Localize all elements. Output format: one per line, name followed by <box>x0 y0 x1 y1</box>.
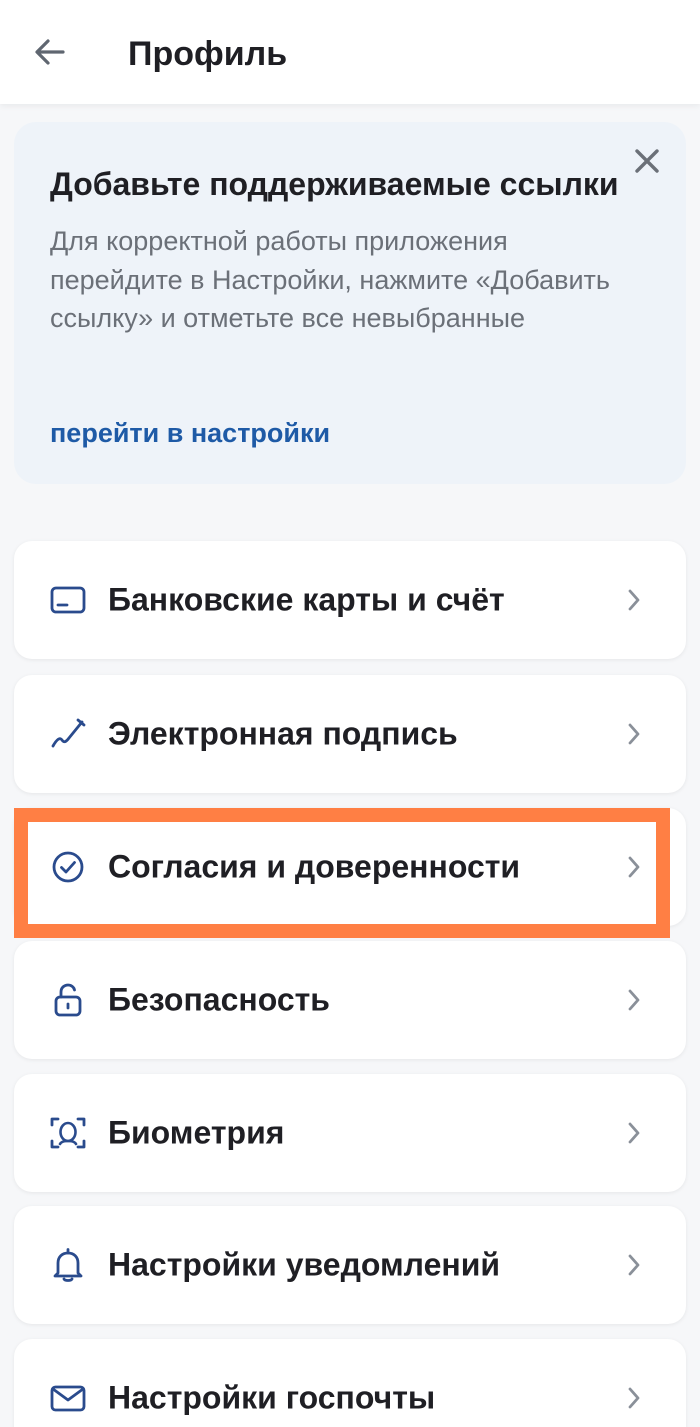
face-scan-icon <box>48 1113 88 1153</box>
chevron-right-icon <box>624 1384 644 1412</box>
chevron-right-icon <box>624 586 644 614</box>
menu-item-label: Банковские карты и счёт <box>108 581 505 618</box>
menu-item-label: Электронная подпись <box>108 715 458 752</box>
menu-item-security[interactable]: Безопасность <box>14 941 686 1059</box>
app-header: Профиль <box>0 0 700 104</box>
menu-item-label: Настройки госпочты <box>108 1379 436 1416</box>
card-icon <box>48 580 88 620</box>
banner-title: Добавьте поддерживаемые ссылки <box>50 166 619 202</box>
back-button[interactable] <box>28 30 72 74</box>
chevron-right-icon <box>624 1251 644 1279</box>
chevron-right-icon <box>624 853 644 881</box>
banner-text: Для корректной работы приложения перейди… <box>50 226 610 333</box>
page-title: Профиль <box>128 35 288 73</box>
bell-icon <box>48 1245 88 1285</box>
chevron-right-icon <box>624 1119 644 1147</box>
arrow-left-icon <box>35 39 65 65</box>
menu-item-label: Безопасность <box>108 981 330 1018</box>
profile-screen: Профиль Добавьте поддерживаемые ссылки Д… <box>0 0 700 1427</box>
signature-pen-icon <box>48 714 88 754</box>
menu-item-label: Согласия и доверенности <box>108 848 521 885</box>
chevron-right-icon <box>624 720 644 748</box>
menu-item-gosmail-settings[interactable]: Настройки госпочты <box>14 1339 686 1427</box>
check-circle-icon <box>48 847 88 887</box>
menu-item-biometrics[interactable]: Биометрия <box>14 1074 686 1192</box>
menu-item-bank-cards[interactable]: Банковские карты и счёт <box>14 541 686 659</box>
menu-item-e-signature[interactable]: Электронная подпись <box>14 675 686 793</box>
lock-icon <box>48 980 88 1020</box>
envelope-icon <box>48 1378 88 1418</box>
menu-item-consents[interactable]: Согласия и доверенности <box>14 808 686 926</box>
menu-item-label: Настройки уведомлений <box>108 1246 501 1283</box>
chevron-right-icon <box>624 986 644 1014</box>
menu-item-label: Биометрия <box>108 1114 285 1151</box>
go-to-settings-link[interactable]: перейти в настройки <box>50 414 330 452</box>
menu-item-notification-settings[interactable]: Настройки уведомлений <box>14 1206 686 1324</box>
supported-links-banner: Добавьте поддерживаемые ссылки Для корре… <box>14 122 686 484</box>
